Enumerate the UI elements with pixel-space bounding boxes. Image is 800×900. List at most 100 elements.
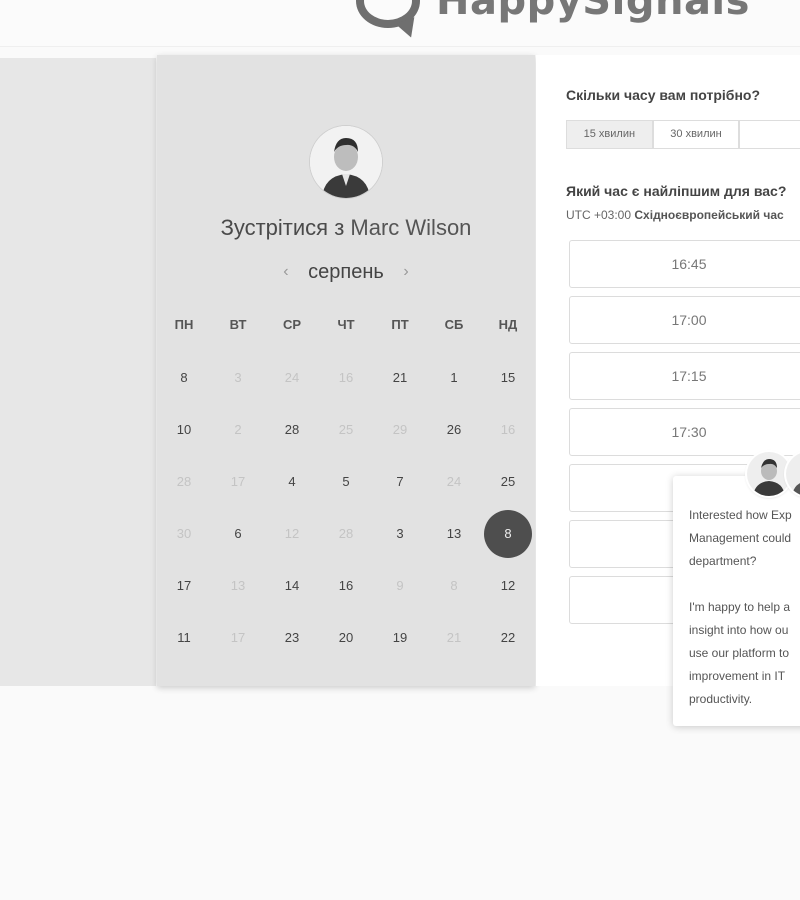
calendar-day[interactable]: 6 — [211, 508, 265, 560]
chat-line: Management could — [689, 531, 792, 545]
calendar-day[interactable]: 14 — [265, 560, 319, 612]
calendar-panel: Зустрітися з Marc Wilson ‹ серпень › ПН В… — [157, 55, 535, 686]
calendar-day-number: 17 — [230, 630, 246, 645]
calendar-day-number: 17 — [176, 578, 192, 593]
calendar-day[interactable]: 3 — [373, 508, 427, 560]
calendar-day: 24 — [265, 352, 319, 404]
chat-line: productivity. — [689, 692, 753, 706]
calendar-day: 29 — [373, 404, 427, 456]
calendar-day-number: 13 — [230, 578, 246, 593]
calendar-day: 3 — [211, 352, 265, 404]
header: HappySignals — [0, 0, 800, 47]
calendar-day-number: 24 — [446, 474, 462, 489]
duration-option-button[interactable] — [739, 120, 800, 149]
calendar-day: 2 — [211, 404, 265, 456]
calendar-day-number: 30 — [176, 526, 192, 541]
calendar-week-row: 11 17 23 20 19 21 22 — [157, 612, 535, 664]
calendar-day[interactable]: 17 — [157, 560, 211, 612]
calendar-day[interactable]: 23 — [265, 612, 319, 664]
calendar-day: 16 — [481, 404, 535, 456]
calendar-day-number: 25 — [500, 474, 516, 489]
calendar-day: 17 — [211, 612, 265, 664]
calendar-day[interactable]: 19 — [373, 612, 427, 664]
calendar-day-number: 8 — [450, 578, 458, 593]
chat-line: department? — [689, 554, 757, 568]
calendar-day-number: 16 — [338, 370, 354, 385]
calendar-day[interactable]: 13 — [427, 508, 481, 560]
timezone-label: UTC +03:00 Східноєвропейський час — [566, 208, 784, 222]
month-navigator: ‹ серпень › — [157, 261, 535, 284]
calendar-day[interactable]: 11 — [157, 612, 211, 664]
calendar-day-number: 7 — [396, 474, 404, 489]
calendar-day-number: 26 — [446, 422, 462, 437]
chat-line: I'm happy to help a — [689, 600, 791, 614]
time-slot-button[interactable]: 17:00 — [569, 296, 800, 344]
time-slot-button[interactable]: 17:30 — [569, 408, 800, 456]
host-name: Marc Wilson — [350, 215, 472, 240]
calendar-day[interactable]: 12 — [481, 560, 535, 612]
calendar-week-row: 28 17 4 5 7 24 25 — [157, 456, 535, 508]
calendar-day-number: 3 — [396, 526, 404, 541]
person-icon — [310, 126, 382, 198]
calendar-day-number: 19 — [392, 630, 408, 645]
calendar-day[interactable]: 8 — [157, 352, 211, 404]
calendar-day-number: 16 — [500, 422, 516, 437]
calendar-day: 24 — [427, 456, 481, 508]
duration-option-button[interactable]: 15 хвилин — [566, 120, 653, 149]
chat-popup[interactable]: Interested how Exp Management could depart… — [673, 476, 800, 726]
meeting-title-prefix: Зустрітися з — [220, 215, 345, 240]
chat-line: Interested how Exp — [689, 508, 792, 522]
calendar-day[interactable]: 20 — [319, 612, 373, 664]
calendar-day[interactable]: 26 — [427, 404, 481, 456]
prev-month-icon[interactable]: ‹ — [283, 263, 288, 280]
month-label: серпень — [308, 261, 384, 283]
chat-paragraph-2: I'm happy to help a insight into how ou us… — [689, 596, 800, 711]
duration-option-button[interactable]: 30 хвилин — [652, 120, 740, 149]
time-slot-button[interactable]: 16:45 — [569, 240, 800, 288]
calendar-day-number: 12 — [500, 578, 516, 593]
chat-message: Interested how Exp Management could depart… — [689, 504, 800, 734]
calendar-day[interactable]: 16 — [319, 560, 373, 612]
chat-agent-avatar[interactable] — [747, 452, 791, 496]
calendar-day: 28 — [319, 508, 373, 560]
calendar-week-row: 10 2 28 25 29 26 16 — [157, 404, 535, 456]
calendar-day[interactable]: 28 — [265, 404, 319, 456]
weekday-label: ПН — [174, 317, 194, 332]
calendar-week-row: 8 3 24 16 21 1 15 — [157, 352, 535, 404]
calendar-day[interactable]: 1 — [427, 352, 481, 404]
calendar-day-number: 17 — [230, 474, 246, 489]
weekday-label: СР — [282, 317, 302, 332]
calendar-day[interactable]: 5 — [319, 456, 373, 508]
calendar-day[interactable]: 15 — [481, 352, 535, 404]
calendar-day-number: 28 — [284, 422, 300, 437]
weekday-header: ПН ВТ СР ЧТ ПТ СБ НД — [157, 317, 535, 332]
calendar-week-row: 17 13 14 16 9 8 12 — [157, 560, 535, 612]
calendar-day: 12 — [265, 508, 319, 560]
calendar-day-number: 12 — [284, 526, 300, 541]
calendar-day: 17 — [211, 456, 265, 508]
calendar-day[interactable]: 25 — [481, 456, 535, 508]
calendar-day-number: 9 — [396, 578, 404, 593]
weekday-label: НД — [498, 317, 518, 332]
time-slot-button[interactable]: 17:15 — [569, 352, 800, 400]
timezone-name[interactable]: Східноєвропейський час — [634, 208, 783, 222]
meeting-title: Зустрітися з Marc Wilson — [157, 215, 535, 241]
calendar-day[interactable]: 4 — [265, 456, 319, 508]
calendar-day-number: 8 — [180, 370, 188, 385]
calendar-day-number: 23 — [284, 630, 300, 645]
calendar-day-number: 20 — [338, 630, 354, 645]
calendar-day[interactable]: 7 — [373, 456, 427, 508]
calendar-day[interactable]: 21 — [373, 352, 427, 404]
calendar-day: 16 — [319, 352, 373, 404]
calendar-day-number: 25 — [338, 422, 354, 437]
calendar-day[interactable]: 22 — [481, 612, 535, 664]
next-month-icon[interactable]: › — [403, 263, 408, 280]
calendar-day-number: 10 — [176, 422, 192, 437]
calendar-day-number: 1 — [450, 370, 458, 385]
calendar-day[interactable]: 10 — [157, 404, 211, 456]
calendar-day: 8 — [427, 560, 481, 612]
chat-line: insight into how ou — [689, 623, 789, 637]
calendar-day-number: 28 — [176, 474, 192, 489]
calendar-day-selected[interactable]: 8 — [481, 508, 535, 560]
calendar-day-number: 11 — [177, 630, 191, 645]
